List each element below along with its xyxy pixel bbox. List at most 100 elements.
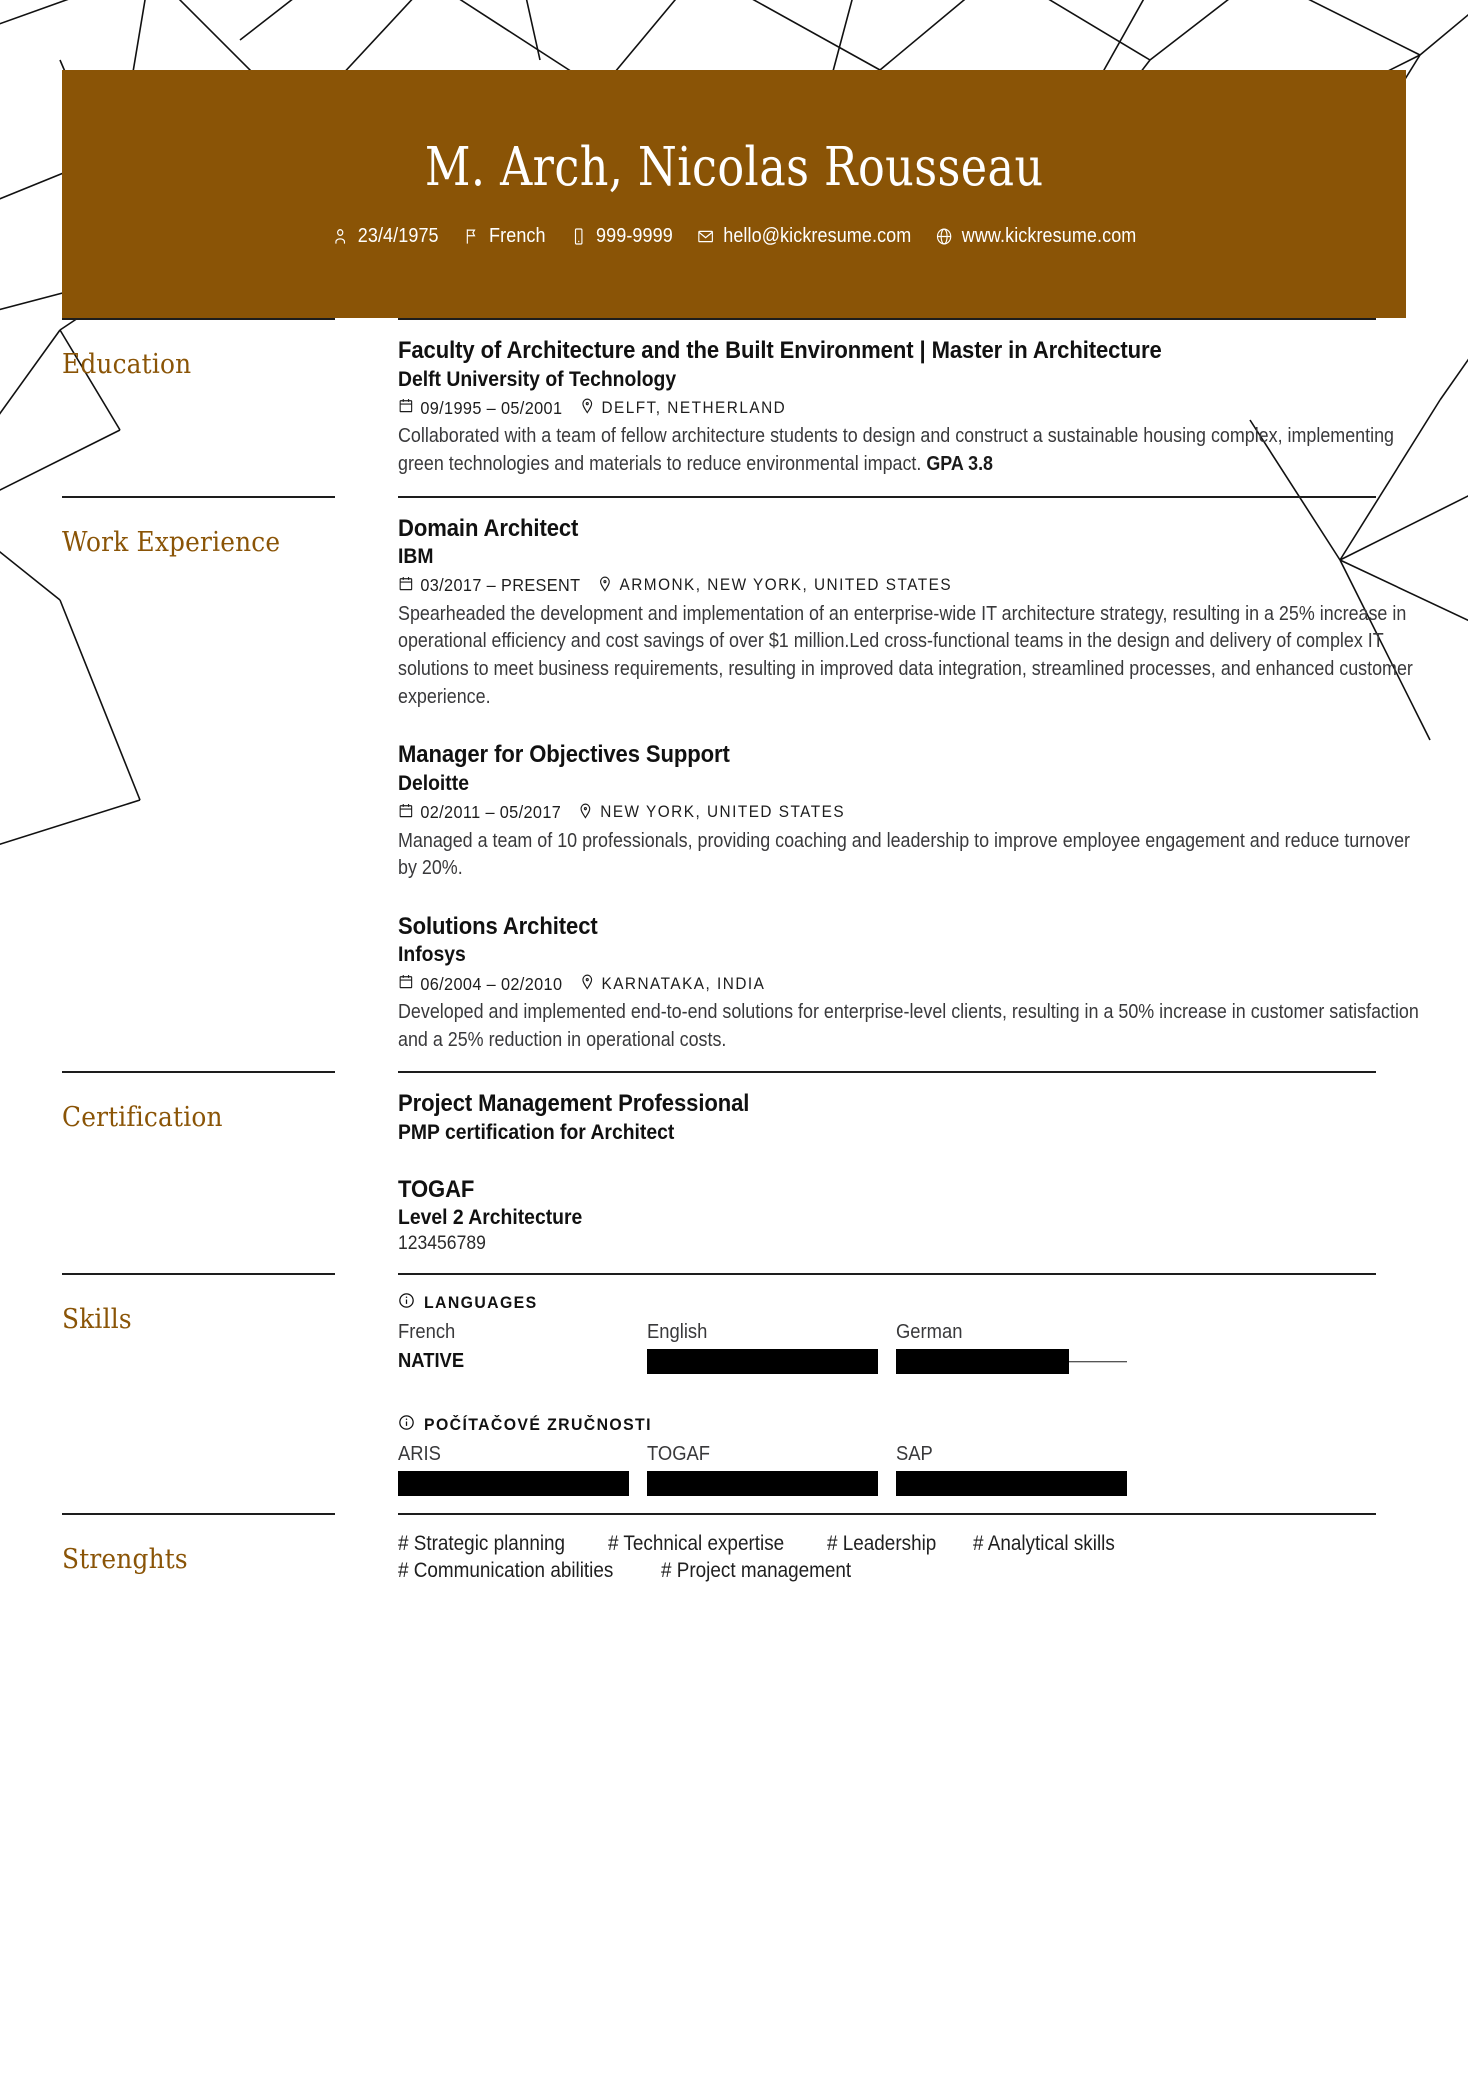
skill-group-title: POČÍTAČOVÉ ZRUČNOSTI: [424, 1415, 652, 1435]
contact-phone[interactable]: 999-9999: [569, 225, 673, 248]
contact-nationality: French: [462, 225, 546, 248]
entry-title: Project Management Professional: [398, 1090, 750, 1118]
skill-level-bar: [398, 1471, 629, 1497]
skill-bar-fill: [647, 1349, 878, 1375]
contact-website[interactable]: www.kickresume.com: [935, 225, 1137, 248]
section-content-skills: LANGUAGES French NATIVE English German P…: [398, 1275, 1430, 1500]
entry-location: ARMONK, NEW YORK, UNITED STATES: [597, 575, 952, 597]
section-certification: Certification Project Management Profess…: [0, 1071, 1468, 1273]
entry-title: TOGAF: [398, 1175, 475, 1203]
resume-body: Education Faculty of Architecture and th…: [0, 318, 1468, 1600]
entry-subtitle: PMP certification for Architect: [398, 1119, 675, 1144]
flag-icon: [462, 226, 481, 247]
skill-name: SAP: [896, 1443, 933, 1466]
skill-name: German: [896, 1321, 963, 1344]
skill-item-french: French NATIVE: [398, 1321, 629, 1374]
globe-icon: [935, 226, 954, 247]
entry-subtitle: Delft University of Technology: [398, 366, 677, 391]
entry-description-text: Collaborated with a team of fellow archi…: [398, 425, 1394, 475]
entry-description: Developed and implemented end-to-end sol…: [398, 1001, 1419, 1051]
entry-id-number: 123456789: [398, 1231, 486, 1254]
entry-subtitle: IBM: [398, 544, 434, 569]
strength-tag: # Technical expertise: [607, 1532, 784, 1556]
entry-description: Spearheaded the development and implemen…: [398, 602, 1413, 708]
location-pin-icon: [579, 973, 595, 995]
section-education: Education Faculty of Architecture and th…: [0, 318, 1468, 496]
skill-bar-fill: [896, 1471, 1127, 1497]
entry-subtitle: Infosys: [398, 942, 466, 967]
entry-description: Managed a team of 10 professionals, prov…: [398, 829, 1410, 880]
entry-location-text: NEW YORK, UNITED STATES: [600, 803, 846, 821]
certification-entry: TOGAF Level 2 Architecture 123456789: [398, 1176, 1430, 1257]
contact-phone-text: 999-9999: [596, 225, 674, 248]
contact-birthdate: 23/4/1975: [331, 225, 439, 248]
entry-meta: 02/2011 – 05/2017 NEW YORK, UNITED STATE…: [398, 802, 1425, 824]
entry-location-text: ARMONK, NEW YORK, UNITED STATES: [619, 576, 953, 595]
skill-bar-fill: [398, 1471, 629, 1497]
info-icon: [398, 1292, 415, 1314]
skill-group-languages: LANGUAGES French NATIVE English German: [398, 1292, 1430, 1375]
entry-location: DELFT, NETHERLAND: [579, 397, 786, 419]
section-content-education: Faculty of Architecture and the Built En…: [398, 320, 1430, 483]
entry-location: NEW YORK, UNITED STATES: [578, 802, 845, 824]
work-entry: Manager for Objectives Support Deloitte …: [398, 741, 1430, 883]
contact-birthdate-text: 23/4/1975: [358, 225, 440, 248]
phone-icon: [569, 226, 588, 247]
contact-nationality-text: French: [489, 225, 547, 248]
work-entry: Solutions Architect Infosys 06/2004 – 02…: [398, 913, 1430, 1055]
skill-bar-fill: [647, 1471, 878, 1497]
entry-description-highlight: GPA 3.8: [926, 452, 994, 475]
skill-name: TOGAF: [647, 1443, 711, 1466]
skill-name: English: [647, 1321, 708, 1344]
skill-level-bar: [896, 1349, 1127, 1375]
entry-title: Faculty of Architecture and the Built En…: [398, 337, 1162, 364]
skill-group-header: LANGUAGES: [398, 1292, 1430, 1314]
strength-tag: # Leadership: [827, 1532, 937, 1556]
skill-item-aris: ARIS: [398, 1443, 629, 1497]
skill-item-sap: SAP: [896, 1443, 1127, 1497]
skill-item-togaf: TOGAF: [647, 1443, 878, 1497]
entry-date: 03/2017 – PRESENT: [398, 575, 580, 597]
calendar-icon: [398, 802, 414, 824]
contact-website-text: www.kickresume.com: [962, 225, 1137, 248]
entry-date: 06/2004 – 02/2010: [398, 973, 562, 995]
skill-item-german: German: [896, 1321, 1127, 1375]
entry-meta: 09/1995 – 05/2001 DELFT, NETHERLAND: [398, 397, 1425, 419]
strength-tag: # Project management: [661, 1559, 852, 1583]
entry-date-text: 06/2004 – 02/2010: [420, 973, 563, 994]
section-content-work-experience: Domain Architect IBM 03/2017 – PRESENT A…: [398, 498, 1430, 1059]
contact-row: 23/4/1975 French 999-9999 hello@kickresu…: [331, 225, 1137, 248]
section-content-certification: Project Management Professional PMP cert…: [398, 1073, 1430, 1260]
entry-description: Collaborated with a team of fellow archi…: [398, 423, 1432, 478]
strength-tag-list: # Strategic planning # Technical experti…: [398, 1532, 1378, 1583]
entry-location-text: KARNATAKA, INDIA: [601, 974, 766, 993]
contact-email[interactable]: hello@kickresume.com: [697, 225, 912, 248]
entry-date-text: 09/1995 – 05/2001: [420, 397, 563, 418]
entry-meta: 03/2017 – PRESENT ARMONK, NEW YORK, UNIT…: [398, 575, 1425, 597]
location-pin-icon: [597, 575, 613, 597]
section-skills: Skills LANGUAGES French NATIVE English G…: [0, 1273, 1468, 1513]
skill-level-bar: [647, 1471, 878, 1497]
skill-level-text: NATIVE: [398, 1350, 465, 1373]
skill-name: French: [398, 1321, 456, 1344]
entry-location-text: DELFT, NETHERLAND: [601, 398, 787, 417]
skill-row: ARIS TOGAF SAP: [398, 1443, 1430, 1497]
skill-group-computer: POČÍTAČOVÉ ZRUČNOSTI ARIS TOGAF SAP: [398, 1414, 1430, 1497]
education-entry: Faculty of Architecture and the Built En…: [398, 337, 1430, 479]
calendar-icon: [398, 575, 414, 597]
entry-title: Domain Architect: [398, 514, 579, 542]
work-entry: Domain Architect IBM 03/2017 – PRESENT A…: [398, 515, 1430, 712]
resume-header-banner: M. Arch, Nicolas Rousseau 23/4/1975 Fren…: [62, 70, 1406, 318]
skill-name: ARIS: [398, 1443, 441, 1466]
entry-title: Solutions Architect: [398, 912, 598, 940]
section-label-strengths: Strenghts: [62, 1544, 188, 1576]
section-label-education: Education: [62, 349, 192, 380]
entry-subtitle: Deloitte: [398, 770, 469, 795]
strength-tag: # Communication abilities: [398, 1559, 614, 1583]
info-icon: [398, 1414, 415, 1436]
skill-row: French NATIVE English German: [398, 1321, 1430, 1375]
